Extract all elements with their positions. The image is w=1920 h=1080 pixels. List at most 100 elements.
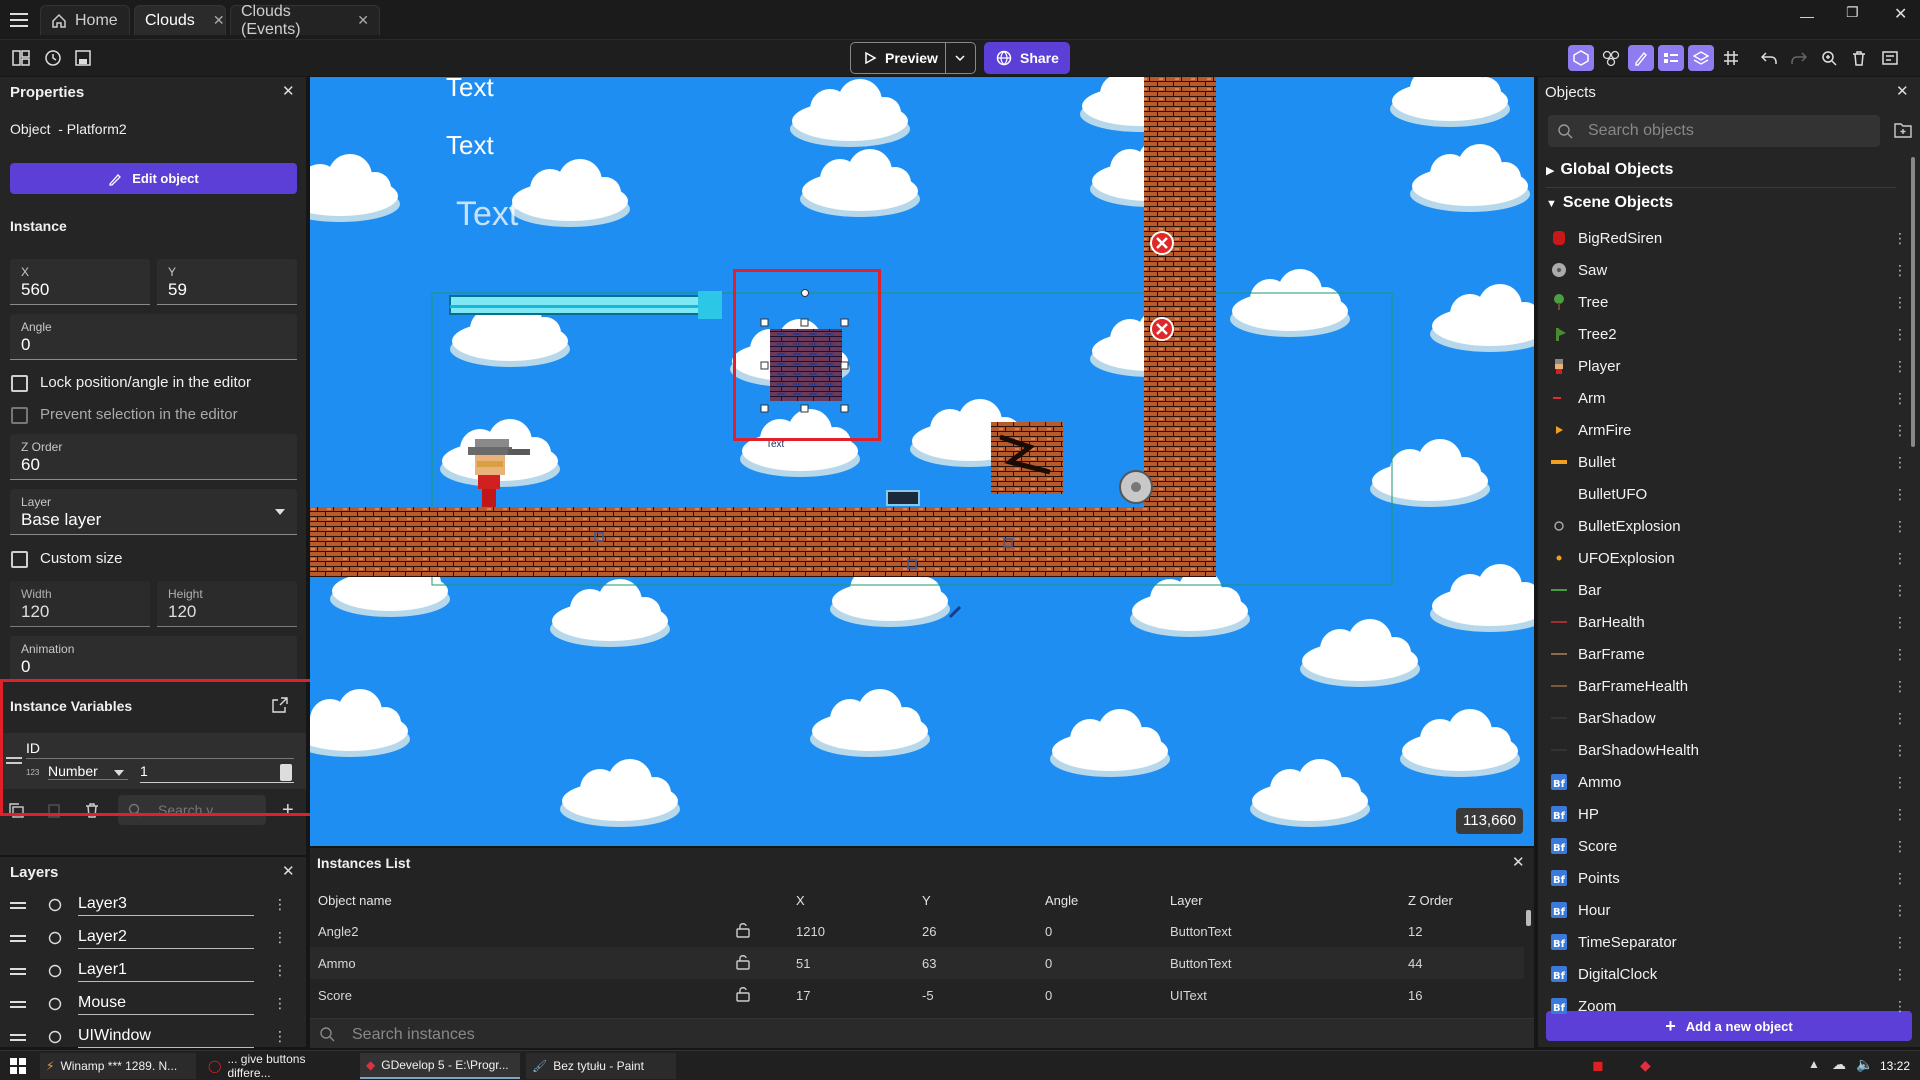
- visibility-icon[interactable]: [48, 964, 62, 978]
- kebab-menu-icon[interactable]: ⋮: [1890, 230, 1910, 247]
- panels-icon[interactable]: [8, 45, 34, 71]
- object-item[interactable]: Bf Points ⋮: [1550, 862, 1910, 894]
- kebab-menu-icon[interactable]: ⋮: [1890, 390, 1910, 407]
- close-icon[interactable]: ✕: [213, 12, 225, 29]
- instances-list-toggle-icon[interactable]: [1658, 45, 1684, 71]
- visibility-icon[interactable]: [48, 898, 62, 912]
- unlock-icon[interactable]: [736, 954, 750, 970]
- unlock-icon[interactable]: [736, 986, 750, 1002]
- preview-button[interactable]: Preview: [850, 42, 946, 74]
- col-layer[interactable]: Layer: [1170, 893, 1203, 908]
- layer-name[interactable]: UIWindow: [78, 1027, 254, 1048]
- close-icon[interactable]: ✕: [1512, 853, 1525, 871]
- object-item[interactable]: Bar ⋮: [1550, 574, 1910, 606]
- global-objects-folder[interactable]: ▶ Global Objects: [1546, 161, 1673, 179]
- kebab-menu-icon[interactable]: ⋮: [1890, 326, 1910, 343]
- unlock-icon[interactable]: [736, 922, 750, 938]
- kebab-menu-icon[interactable]: ⋮: [1890, 358, 1910, 375]
- object-item[interactable]: BarHealth ⋮: [1550, 606, 1910, 638]
- tab-home[interactable]: Home: [40, 5, 130, 35]
- hamburger-menu-icon[interactable]: [10, 12, 28, 28]
- instances-search-field[interactable]: Search instances: [310, 1018, 1534, 1048]
- width-field[interactable]: Width 120: [10, 581, 150, 627]
- custom-size-checkbox[interactable]: [11, 551, 28, 568]
- kebab-menu-icon[interactable]: ⋮: [273, 995, 287, 1012]
- new-folder-icon[interactable]: [1894, 122, 1912, 138]
- tab-clouds-events[interactable]: Clouds (Events) ✕: [230, 3, 380, 38]
- kebab-menu-icon[interactable]: ⋮: [1890, 710, 1910, 727]
- kebab-menu-icon[interactable]: ⋮: [1890, 582, 1910, 599]
- tab-clouds[interactable]: Clouds ✕: [134, 5, 226, 35]
- kebab-menu-icon[interactable]: ⋮: [1890, 614, 1910, 631]
- kebab-menu-icon[interactable]: ⋮: [273, 896, 287, 913]
- preview-options-button[interactable]: [946, 42, 976, 74]
- kebab-menu-icon[interactable]: ⋮: [1890, 806, 1910, 823]
- col-y[interactable]: Y: [922, 893, 931, 908]
- kebab-menu-icon[interactable]: ⋮: [1890, 998, 1910, 1015]
- tray-app-icon[interactable]: ◼: [1592, 1057, 1604, 1074]
- kebab-menu-icon[interactable]: ⋮: [1890, 870, 1910, 887]
- scene-text-1[interactable]: Text: [446, 77, 494, 103]
- object-item[interactable]: BulletExplosion ⋮: [1550, 510, 1910, 542]
- taskbar-gdevelop[interactable]: ◆ GDevelop 5 - E:\Progr...: [360, 1053, 520, 1079]
- animation-field[interactable]: Animation 0: [10, 636, 297, 682]
- taskbar-winamp[interactable]: ⚡ Winamp *** 1289. N...: [40, 1053, 196, 1079]
- save-icon[interactable]: [70, 45, 96, 71]
- kebab-menu-icon[interactable]: ⋮: [1890, 966, 1910, 983]
- kebab-menu-icon[interactable]: ⋮: [1890, 742, 1910, 759]
- kebab-menu-icon[interactable]: ⋮: [1890, 646, 1910, 663]
- object-item[interactable]: ArmFire ⋮: [1550, 414, 1910, 446]
- history-icon[interactable]: [40, 45, 66, 71]
- tray-network-icon[interactable]: ☁: [1832, 1056, 1846, 1073]
- redo-icon[interactable]: [1786, 45, 1812, 71]
- col-object-name[interactable]: Object name: [318, 893, 392, 908]
- scene-canvas[interactable]: Text Text Text Text 113,660: [310, 77, 1534, 846]
- tray-gdevelop-icon[interactable]: ◆: [1640, 1057, 1651, 1074]
- table-row[interactable]: [310, 915, 1524, 947]
- close-icon[interactable]: ✕: [282, 862, 295, 880]
- kebab-menu-icon[interactable]: ⋮: [1890, 678, 1910, 695]
- object-item[interactable]: BarFrame ⋮: [1550, 638, 1910, 670]
- object-item[interactable]: UFOExplosion ⋮: [1550, 542, 1910, 574]
- visibility-icon[interactable]: [48, 931, 62, 945]
- kebab-menu-icon[interactable]: ⋮: [1890, 454, 1910, 471]
- object-item[interactable]: Bf DigitalClock ⋮: [1550, 958, 1910, 990]
- grid-icon[interactable]: [1718, 45, 1744, 71]
- object-item[interactable]: BigRedSiren ⋮: [1550, 222, 1910, 254]
- kebab-menu-icon[interactable]: ⋮: [273, 929, 287, 946]
- drag-handle-icon[interactable]: [10, 1001, 26, 1009]
- drag-handle-icon[interactable]: [10, 1034, 26, 1042]
- scene-text-2[interactable]: Text: [446, 130, 494, 161]
- object-item[interactable]: Bf Score ⋮: [1550, 830, 1910, 862]
- object-item[interactable]: Tree ⋮: [1550, 286, 1910, 318]
- undo-icon[interactable]: [1756, 45, 1782, 71]
- object-item[interactable]: Bf HP ⋮: [1550, 798, 1910, 830]
- angle-field[interactable]: Angle 0: [10, 314, 297, 360]
- object-item[interactable]: Bf TimeSeparator ⋮: [1550, 926, 1910, 958]
- visibility-icon[interactable]: [48, 1030, 62, 1044]
- col-x[interactable]: X: [796, 893, 805, 908]
- lock-position-checkbox[interactable]: [11, 375, 28, 392]
- kebab-menu-icon[interactable]: ⋮: [273, 962, 287, 979]
- layer-name[interactable]: Mouse: [78, 994, 254, 1015]
- minimize-icon[interactable]: —: [1800, 8, 1814, 24]
- close-icon[interactable]: ✕: [282, 82, 295, 100]
- instances-scrollbar[interactable]: [1526, 910, 1531, 926]
- edit-object-button[interactable]: Edit object: [10, 163, 297, 194]
- object-item[interactable]: BarShadowHealth ⋮: [1550, 734, 1910, 766]
- object-item[interactable]: BarShadow ⋮: [1550, 702, 1910, 734]
- layer-name[interactable]: Layer1: [78, 961, 254, 982]
- drag-handle-icon[interactable]: [10, 902, 26, 910]
- layer-select[interactable]: Layer Base layer: [10, 489, 297, 535]
- close-icon[interactable]: ✕: [357, 12, 369, 29]
- tray-volume-icon[interactable]: 🔈: [1856, 1056, 1873, 1073]
- object-item[interactable]: BulletUFO ⋮: [1550, 478, 1910, 510]
- object-item[interactable]: Bullet ⋮: [1550, 446, 1910, 478]
- kebab-menu-icon[interactable]: ⋮: [1890, 838, 1910, 855]
- restore-icon[interactable]: ❐: [1846, 4, 1859, 21]
- zorder-field[interactable]: Z Order 60: [10, 434, 297, 480]
- prevent-selection-checkbox[interactable]: [11, 407, 28, 424]
- close-window-icon[interactable]: ✕: [1894, 4, 1907, 24]
- object-groups-icon[interactable]: [1598, 45, 1624, 71]
- object-item[interactable]: Arm ⋮: [1550, 382, 1910, 414]
